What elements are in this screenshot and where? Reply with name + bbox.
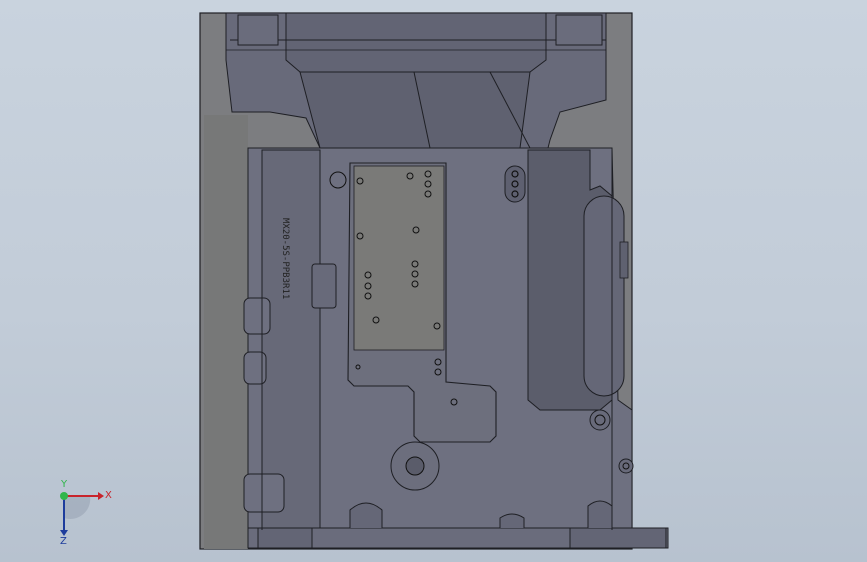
right-clip <box>619 241 629 279</box>
left-wall <box>204 115 248 549</box>
top-channel <box>285 12 547 73</box>
base-pad-left <box>257 527 313 549</box>
triad-sphere <box>64 496 91 519</box>
hole-side <box>618 458 634 474</box>
x-axis-arrow-icon <box>98 492 104 500</box>
boss-inner <box>405 456 425 476</box>
notch-right <box>555 14 603 46</box>
base-arch <box>587 500 613 528</box>
base-arch <box>349 502 383 528</box>
y-axis-dot-icon <box>60 492 68 500</box>
hole-lower-right <box>589 409 611 431</box>
notch-left <box>237 14 279 46</box>
z-axis-label: Z <box>60 536 67 547</box>
graphics-viewport[interactable]: MX20-5S-PPB3R11 X Z Y <box>0 0 867 562</box>
cad-model[interactable]: MX20-5S-PPB3R11 <box>0 0 867 562</box>
y-axis-label: Y <box>60 479 68 490</box>
base-arch <box>499 513 525 528</box>
x-axis-label: X <box>105 490 112 501</box>
engraved-text: MX20-5S-PPB3R11 <box>280 218 290 299</box>
left-tube-region <box>261 149 321 531</box>
right-cylinder <box>583 195 625 397</box>
tab-center <box>311 263 337 309</box>
axis-triad: X Z Y <box>60 479 112 547</box>
base-pad-right <box>569 527 667 549</box>
